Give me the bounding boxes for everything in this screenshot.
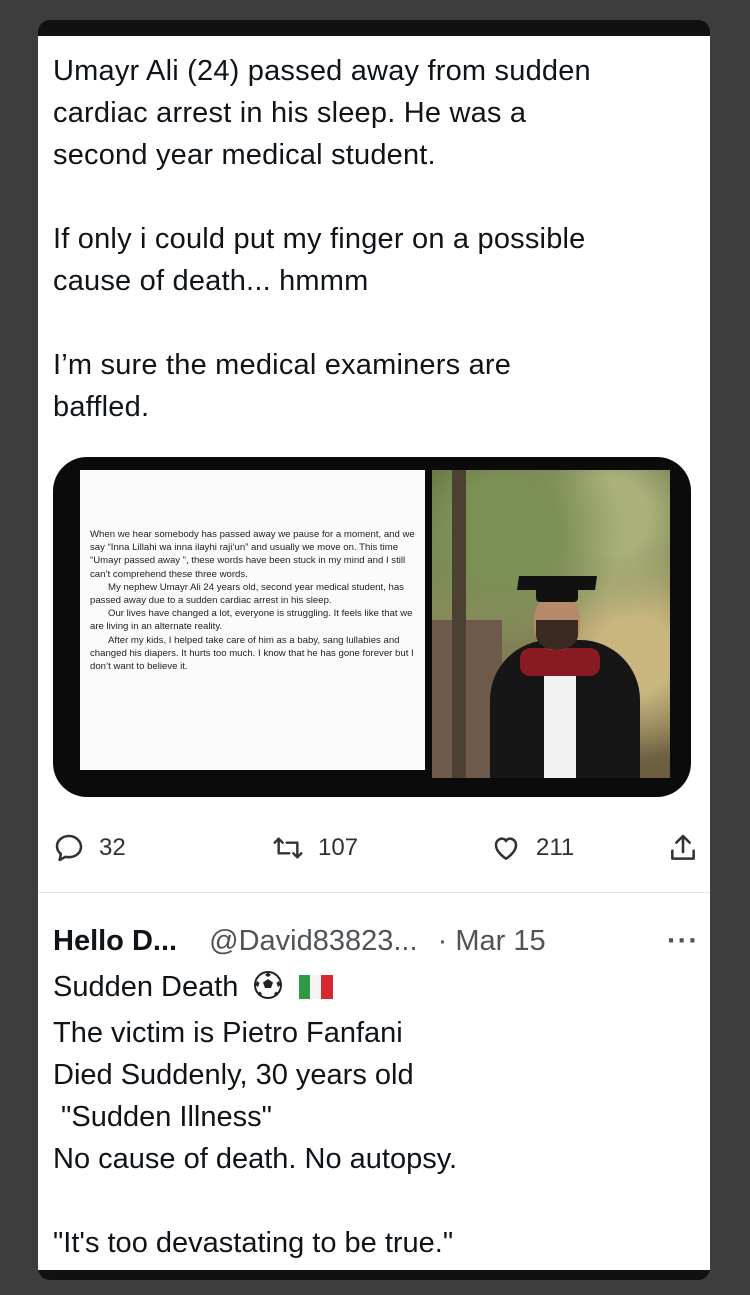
share-action[interactable]: [667, 831, 699, 865]
letter-image: When we hear somebody has passed away we…: [80, 470, 425, 770]
letter-text: When we hear somebody has passed away we…: [90, 528, 422, 673]
letter-paragraph: After my kids, I helped take care of him…: [90, 634, 414, 673]
tweet-actions: 32 107 211: [53, 831, 695, 865]
more-options-icon[interactable]: ···: [667, 920, 699, 962]
tweet-line: Umayr Ali (24) passed away from sudden: [53, 55, 591, 87]
retweet-count: 107: [318, 834, 359, 861]
reply-author-handle[interactable]: @David83823...: [209, 925, 417, 957]
reply-line: "It's too devastating to be true.": [53, 1227, 454, 1259]
reply-tweet[interactable]: Hello D... @David83823... · Mar 15 ··· S…: [53, 920, 698, 1264]
reply-header: Hello D... @David83823... · Mar 15 ···: [53, 920, 698, 962]
tweet-line: cause of death... hmmm: [53, 265, 369, 297]
reply-date[interactable]: · Mar 15: [438, 925, 546, 957]
italy-flag-icon: [298, 975, 333, 999]
reply-line: "Sudden Illness": [53, 1101, 272, 1133]
flag-white-stripe: [309, 975, 322, 999]
letter-paragraph: Our lives have changed a lot, everyone i…: [90, 608, 413, 633]
like-count: 211: [536, 834, 575, 861]
flag-red-stripe: [321, 975, 333, 999]
letter-paragraph: My nephew Umayr Ali 24 years old, second…: [90, 581, 404, 607]
soccer-ball-icon: [253, 970, 283, 1012]
retweet-icon: [273, 837, 303, 859]
reply-author-name[interactable]: Hello D...: [53, 925, 177, 957]
letter-paragraph: When we hear somebody has passed away we…: [90, 529, 415, 580]
reply-line: The victim is Pietro Fanfani: [53, 1017, 403, 1049]
reply-count: 32: [99, 834, 126, 861]
reply-line: No cause of death. No autopsy.: [53, 1143, 458, 1175]
retweet-action[interactable]: 107: [272, 831, 358, 865]
tweet-card: Umayr Ali (24) passed away from sudden c…: [38, 36, 710, 1270]
reply-body: Sudden Death The victim is Pietro Fanfan…: [53, 966, 698, 1264]
like-action[interactable]: 211: [490, 831, 574, 865]
tweet-line: I’m sure the medical examiners are: [53, 349, 512, 381]
reply-action[interactable]: 32: [53, 831, 126, 865]
tweet-line: second year medical student.: [53, 139, 436, 171]
reply-line: Died Suddenly, 30 years old: [53, 1059, 414, 1091]
tweet-media[interactable]: When we hear somebody has passed away we…: [53, 457, 691, 797]
reply-icon: [55, 834, 83, 862]
tweet-text: Umayr Ali (24) passed away from sudden c…: [53, 50, 693, 428]
tweet-line: cardiac arrest in his sleep. He was a: [53, 97, 527, 129]
divider: [38, 892, 710, 893]
tweet-line: If only i could put my finger on a possi…: [53, 223, 586, 255]
share-icon: [671, 834, 695, 860]
flag-green-stripe: [298, 975, 310, 999]
graduation-photo: [432, 470, 670, 778]
reply-line-text: Sudden Death: [53, 971, 239, 1003]
reply-line: Sudden Death: [53, 966, 698, 1012]
tweet-line: baffled.: [53, 391, 150, 423]
heart-icon: [494, 837, 518, 860]
